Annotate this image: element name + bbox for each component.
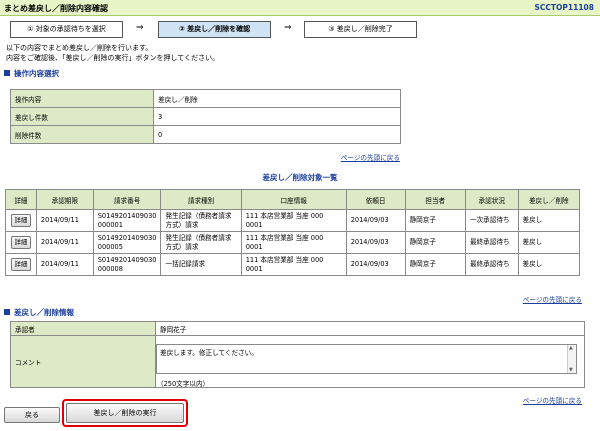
date-cell: 2014/09/03 (345, 209, 406, 232)
col-header-date: 依頼日 (345, 189, 406, 210)
step-3: ③ 差戻し／削除完了 (304, 21, 417, 38)
comment-length-hint: （250文字以内） (157, 380, 210, 388)
comment-textarea[interactable]: 差戻します。修正してください。 ▲ ▼ (156, 344, 577, 374)
deadline-cell: 2014/09/11 (35, 253, 94, 276)
detail-cell: 詳細 (5, 209, 37, 232)
instruction-line-1: 以下の内容でまとめ差戻し／削除を行います。 (6, 44, 153, 52)
operation-section-heading: 操作内容選択 (4, 68, 59, 79)
number-cell: S0149201409030 000001 (92, 209, 162, 232)
approver-value: 静岡花子 (155, 321, 585, 336)
action-cell: 差戻し (517, 209, 580, 232)
comment-label: コメント (10, 335, 156, 388)
instructions: 以下の内容でまとめ差戻し／削除を行います。 内容をご確認後、「差戻し／削除の実行… (6, 43, 219, 63)
table-header-row: 詳細 承認期限 請求番号 請求種別 口座情報 依頼日 担当者 承認状況 差戻し／… (5, 189, 580, 210)
col-header-status: 承認状況 (464, 189, 519, 210)
table-row: 承認者 静岡花子 (10, 321, 585, 336)
account-cell: 111 本店営業部 当座 000 0001 (240, 231, 347, 254)
highlight-frame (62, 399, 188, 427)
detail-button[interactable]: 詳細 (10, 236, 32, 249)
col-header-person: 担当者 (404, 189, 466, 210)
detail-cell: 詳細 (5, 253, 37, 276)
step-arrow-icon: ⇒ (284, 23, 292, 33)
textarea-scrollbar[interactable]: ▲ ▼ (567, 345, 576, 373)
comment-text: 差戻します。修正してください。 (160, 349, 258, 357)
kind-cell: 一括記録請求 (160, 253, 242, 276)
screen-id: SCCTOP11108 (534, 3, 595, 12)
date-cell: 2014/09/03 (345, 253, 406, 276)
info-section-heading: 差戻し／削除情報 (4, 307, 74, 318)
status-cell: 最終承認待ち (464, 231, 519, 254)
number-cell: S0149201409030 000005 (92, 231, 162, 254)
kind-cell: 発生記録（債務者請求方式）請求 (160, 209, 242, 232)
delete-count-value: 0 (153, 125, 401, 144)
account-cell: 111 本店営業部 当座 000 0001 (240, 209, 347, 232)
person-cell: 静岡京子 (404, 209, 466, 232)
back-button[interactable]: 戻る (4, 407, 60, 423)
status-cell: 最終承認待ち (464, 253, 519, 276)
table-row: 削除件数 0 (10, 125, 401, 144)
number-cell: S0149201409030 000008 (92, 253, 162, 276)
table-row: 詳細 2014/09/11 S0149201409030 000008 一括記録… (5, 253, 580, 276)
scroll-up-icon[interactable]: ▲ (569, 345, 573, 351)
approver-label: 承認者 (10, 321, 156, 336)
step-2-current: ② 差戻し／削除を確認 (158, 21, 271, 38)
return-count-value: 3 (153, 107, 401, 126)
page-title: まとめ差戻し／削除内容確認 (4, 4, 108, 13)
page-top-link[interactable]: ページの先頭に戻る (523, 294, 582, 304)
section-square-icon (4, 309, 10, 315)
step-indicator: ① 対象の承認待ちを選択 ⇒ ② 差戻し／削除を確認 ⇒ ③ 差戻し／削除完了 (2, 21, 600, 39)
person-cell: 静岡京子 (404, 253, 466, 276)
col-header-account: 口座情報 (240, 189, 347, 210)
col-header-detail: 詳細 (5, 189, 37, 210)
deadline-cell: 2014/09/11 (35, 209, 94, 232)
instruction-line-2: 内容をご確認後、「差戻し／削除の実行」ボタンを押してください。 (6, 54, 220, 62)
table-row: 差戻し件数 3 (10, 107, 401, 126)
kind-cell: 発生記録（債務者請求方式）請求 (160, 231, 242, 254)
date-cell: 2014/09/03 (345, 231, 406, 254)
page-top-link[interactable]: ページの先頭に戻る (341, 152, 400, 162)
table-row: 詳細 2014/09/11 S0149201409030 000005 発生記録… (5, 231, 580, 254)
target-list-table: 詳細 承認期限 請求番号 請求種別 口座情報 依頼日 担当者 承認状況 差戻し／… (5, 189, 580, 276)
page-top-link[interactable]: ページの先頭に戻る (523, 395, 582, 405)
detail-cell: 詳細 (5, 231, 37, 254)
operation-table: 操作内容 差戻し／削除 差戻し件数 3 削除件数 0 (10, 89, 401, 144)
col-header-action: 差戻し／削除 (517, 189, 580, 210)
detail-button[interactable]: 詳細 (10, 258, 32, 271)
delete-count-label: 削除件数 (10, 125, 154, 144)
title-bar: まとめ差戻し／削除内容確認 SCCTOP11108 (0, 0, 600, 16)
return-count-label: 差戻し件数 (10, 107, 154, 126)
action-cell: 差戻し (517, 231, 580, 254)
status-cell: 一次承認待ち (464, 209, 519, 232)
person-cell: 静岡京子 (404, 231, 466, 254)
table-row: 操作内容 差戻し／削除 (10, 89, 401, 108)
col-header-deadline: 承認期限 (35, 189, 94, 210)
deadline-cell: 2014/09/11 (35, 231, 94, 254)
detail-button[interactable]: 詳細 (10, 214, 32, 227)
operation-type-label: 操作内容 (10, 89, 154, 108)
table-row: 詳細 2014/09/11 S0149201409030 000001 発生記録… (5, 209, 580, 232)
scroll-down-icon[interactable]: ▼ (569, 367, 573, 373)
section-square-icon (4, 70, 10, 76)
account-cell: 111 本店営業部 当座 000 0001 (240, 253, 347, 276)
list-title: 差戻し／削除対象一覧 (262, 173, 338, 182)
col-header-number: 請求番号 (92, 189, 162, 210)
col-header-kind: 請求種別 (160, 189, 242, 210)
operation-type-value: 差戻し／削除 (153, 89, 401, 108)
action-cell: 差戻し (517, 253, 580, 276)
step-arrow-icon: ⇒ (136, 23, 144, 33)
step-1: ① 対象の承認待ちを選択 (10, 21, 123, 38)
